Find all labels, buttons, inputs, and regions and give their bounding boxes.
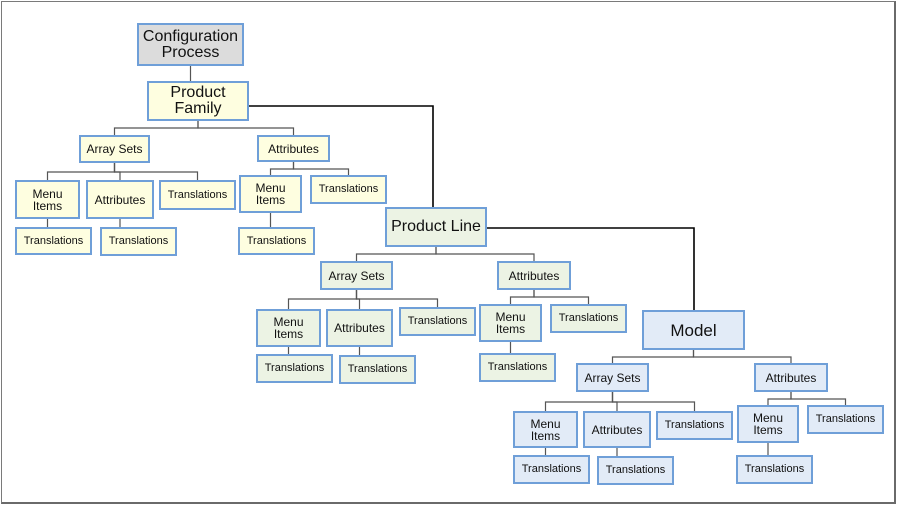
node-pf-attr-mi-tr: Translations bbox=[238, 227, 315, 255]
node-pf-as-attr-tr: Translations bbox=[100, 227, 177, 256]
connector-pl-pl_as bbox=[355, 247, 437, 261]
node-mo-as-attr: Attributes bbox=[583, 411, 651, 448]
node-label: Attributes bbox=[765, 370, 817, 385]
node-pf-attr-tr: Translations bbox=[310, 175, 387, 204]
node-config: Configuration Process bbox=[137, 23, 244, 66]
node-label: Array Sets bbox=[86, 142, 143, 156]
node-label: Translations bbox=[167, 188, 228, 201]
node-label: Product Family bbox=[170, 84, 226, 117]
node-mo: Model bbox=[642, 310, 745, 350]
node-label: Translations bbox=[246, 234, 307, 247]
node-label: Menu Items bbox=[752, 411, 784, 437]
node-pl-attr-mi-tr: Translations bbox=[479, 353, 556, 382]
node-label: Menu Items bbox=[530, 416, 561, 443]
node-label: Product Line bbox=[391, 218, 481, 235]
node-mo-as-attr-tr: Translations bbox=[597, 456, 674, 485]
connector-mo_attr-mo_attr_tr bbox=[790, 392, 847, 405]
node-mo-attr-tr: Translations bbox=[807, 405, 884, 434]
connector-pf-pf_attr bbox=[197, 121, 295, 135]
node-label: Attributes bbox=[268, 141, 319, 156]
node-label: Attributes bbox=[334, 321, 385, 335]
node-label: Translations bbox=[605, 464, 666, 476]
node-pf-attr-mi: Menu Items bbox=[239, 175, 302, 213]
node-label: Menu Items bbox=[273, 315, 304, 341]
node-label: Translations bbox=[108, 235, 169, 247]
connector-pf_as-pf_as_mi bbox=[46, 163, 116, 180]
node-mo-as-mi-tr: Translations bbox=[513, 455, 590, 484]
node-label: Attributes bbox=[591, 422, 643, 437]
node-pf-as-mi: Menu Items bbox=[15, 180, 80, 219]
node-pl-as-tr: Translations bbox=[399, 307, 476, 336]
node-label: Array Sets bbox=[328, 268, 385, 283]
node-label: Configuration Process bbox=[142, 27, 239, 61]
node-mo-as-mi: Menu Items bbox=[513, 411, 578, 448]
connector-pl_attr-pl_attr_tr bbox=[533, 290, 590, 304]
node-pf: Product Family bbox=[147, 81, 249, 121]
node-label: Array Sets bbox=[584, 370, 641, 385]
node-label: Menu Items bbox=[495, 310, 526, 336]
node-pf-as-mi-tr: Translations bbox=[15, 227, 92, 255]
node-pl-as: Array Sets bbox=[320, 261, 393, 290]
node-label: Model bbox=[670, 320, 717, 340]
node-pf-as: Array Sets bbox=[79, 135, 150, 163]
node-label: Translations bbox=[23, 234, 84, 247]
node-pl: Product Line bbox=[385, 207, 487, 247]
connector-pf_attr-pf_attr_mi bbox=[269, 162, 295, 175]
node-pf-as-attr: Attributes bbox=[86, 180, 154, 219]
node-label: Translations bbox=[487, 361, 548, 373]
connector-mo_as-mo_as_tr bbox=[611, 392, 696, 411]
node-label: Translations bbox=[664, 419, 725, 431]
node-mo-attr-mi: Menu Items bbox=[737, 405, 799, 443]
connector-pl_as-pl_as_tr bbox=[355, 290, 439, 307]
node-pl-attr: Attributes bbox=[497, 261, 571, 290]
node-pl-as-mi-tr: Translations bbox=[256, 354, 333, 383]
connector-pl_attr-pl_attr_mi bbox=[509, 290, 535, 304]
connector-pf_as-pf_as_tr bbox=[113, 163, 199, 180]
node-pf-as-tr: Translations bbox=[159, 180, 236, 210]
node-label: Translations bbox=[318, 183, 379, 195]
node-label: Translations bbox=[521, 463, 582, 475]
node-label: Translations bbox=[407, 315, 468, 327]
node-pl-attr-tr: Translations bbox=[550, 304, 627, 333]
node-mo-as: Array Sets bbox=[576, 363, 649, 392]
node-pl-as-mi: Menu Items bbox=[256, 309, 321, 347]
node-pf-attr: Attributes bbox=[257, 135, 330, 162]
connector-mo_attr-mo_attr_mi bbox=[767, 392, 792, 405]
connector-pf_attr-pf_attr_tr bbox=[292, 162, 350, 175]
connector-mo_as-mo_as_mi bbox=[544, 392, 614, 411]
node-pl-attr-mi: Menu Items bbox=[479, 304, 542, 342]
node-label: Translations bbox=[815, 413, 876, 425]
connector-mo-mo_attr bbox=[692, 350, 792, 363]
node-mo-attr: Attributes bbox=[754, 363, 828, 392]
connector-pf-pf_as bbox=[113, 121, 199, 135]
node-label: Menu Items bbox=[32, 186, 63, 213]
node-label: Attributes bbox=[508, 268, 560, 283]
connector-mo-mo_as bbox=[611, 350, 695, 363]
node-label: Menu Items bbox=[255, 181, 286, 207]
node-mo-as-tr: Translations bbox=[656, 411, 733, 440]
node-label: Translations bbox=[558, 312, 619, 324]
node-label: Translations bbox=[264, 362, 325, 374]
node-label: Translations bbox=[347, 363, 408, 375]
node-mo-attr-mi-tr: Translations bbox=[736, 455, 813, 484]
node-pl-as-attr: Attributes bbox=[326, 309, 393, 347]
node-label: Attributes bbox=[94, 192, 146, 207]
node-pl-as-attr-tr: Translations bbox=[339, 355, 416, 384]
connector-pl-pl_attr bbox=[435, 247, 535, 261]
node-label: Translations bbox=[744, 463, 805, 475]
connector-pl_as-pl_as_mi bbox=[287, 290, 358, 309]
